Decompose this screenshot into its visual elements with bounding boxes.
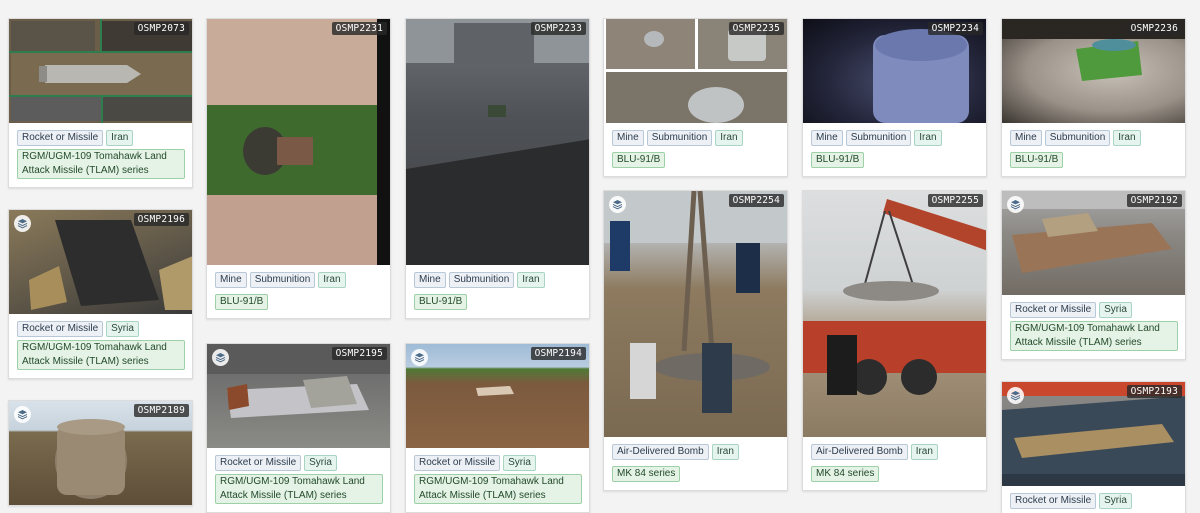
country-tag[interactable]: Iran	[711, 444, 739, 460]
stack-icon	[14, 215, 31, 232]
id-badge: OSMP2234	[927, 22, 983, 35]
munition-type-tag[interactable]: MK 84 series	[612, 466, 681, 482]
evidence-card[interactable]: OSMP2236 Mine Submunition Iran BLU-91/B	[1001, 18, 1186, 177]
country-tag[interactable]: Iran	[715, 130, 743, 146]
id-badge: OSMP2196	[133, 213, 189, 226]
munition-type-tag[interactable]: RGM/UGM-109 Tomahawk Land Attack Missile…	[215, 474, 383, 504]
evidence-card[interactable]: OSMP2192 Rocket or Missile Syria RGM/UGM…	[1001, 190, 1186, 360]
evidence-card[interactable]: OSMP2254 Air-Delivered Bomb Iran MK 84 s…	[603, 190, 788, 491]
id-badge: OSMP2195	[331, 347, 387, 360]
country-tag[interactable]: Iran	[517, 272, 545, 288]
id-badge: OSMP2231	[331, 22, 387, 35]
evidence-photo: OSMP2192	[1002, 191, 1185, 295]
category-tag[interactable]: Rocket or Missile	[17, 130, 104, 146]
evidence-card[interactable]: OSMP2189	[8, 400, 193, 506]
stack-icon	[1007, 196, 1024, 213]
evidence-card[interactable]: OSMP2255 Air-Delivered Bomb Iran MK 84 s…	[802, 190, 987, 491]
id-badge: OSMP2254	[728, 194, 784, 207]
evidence-photo: OSMP2195	[207, 344, 390, 448]
munition-type-tag[interactable]: RGM/UGM-109 Tomahawk Land Attack Missile…	[414, 474, 582, 504]
country-tag[interactable]: Iran	[910, 444, 938, 460]
munition-type-tag[interactable]: BLU-91/B	[612, 152, 666, 168]
id-badge: OSMP2235	[728, 22, 784, 35]
evidence-card[interactable]: OSMP2234 Mine Submunition Iran BLU-91/B	[802, 18, 987, 177]
id-badge: OSMP2193	[1126, 385, 1182, 398]
category-tag[interactable]: Mine	[811, 130, 843, 146]
stack-icon	[212, 349, 229, 366]
evidence-photo: OSMP2194	[406, 344, 589, 448]
munition-type-tag[interactable]: RGM/UGM-109 Tomahawk Land Attack Missile…	[17, 149, 185, 179]
evidence-card[interactable]: OSMP2194 Rocket or Missile Syria RGM/UGM…	[405, 343, 590, 513]
id-badge: OSMP2233	[530, 22, 586, 35]
country-tag[interactable]: Iran	[914, 130, 942, 146]
id-badge: OSMP2073	[133, 22, 189, 35]
stack-icon	[14, 406, 31, 423]
evidence-card[interactable]: OSMP2235 Mine Submunition Iran BLU-91/B	[603, 18, 788, 177]
evidence-card[interactable]: OSMP2233 Mine Submunition Iran BLU-91/B	[405, 18, 590, 319]
category-tag[interactable]: Rocket or Missile	[1010, 302, 1097, 318]
category-tag[interactable]: Rocket or Missile	[17, 321, 104, 337]
category-tag[interactable]: Mine	[612, 130, 644, 146]
evidence-card[interactable]: OSMP2193 Rocket or Missile Syria	[1001, 381, 1186, 513]
munition-type-tag[interactable]: BLU-91/B	[414, 294, 468, 310]
category-tag[interactable]: Rocket or Missile	[414, 455, 501, 471]
munition-type-tag[interactable]: RGM/UGM-109 Tomahawk Land Attack Missile…	[17, 340, 185, 370]
category-tag[interactable]: Mine	[414, 272, 446, 288]
munition-type-tag[interactable]: BLU-91/B	[1010, 152, 1064, 168]
stack-icon	[1007, 387, 1024, 404]
evidence-card[interactable]: OSMP2073 Rocket or Missile Iran RGM/UGM-…	[8, 18, 193, 188]
munition-type-tag[interactable]: MK 84 series	[811, 466, 880, 482]
evidence-grid: OSMP2073 Rocket or Missile Iran RGM/UGM-…	[0, 0, 1200, 513]
evidence-photo: OSMP2231	[207, 19, 390, 265]
evidence-card[interactable]: OSMP2231 Mine Submunition Iran BLU-91/B	[206, 18, 391, 319]
evidence-photo: OSMP2254	[604, 191, 787, 437]
country-tag[interactable]: Iran	[1113, 130, 1141, 146]
evidence-photo: OSMP2073	[9, 19, 192, 123]
country-tag[interactable]: Iran	[318, 272, 346, 288]
category-tag[interactable]: Rocket or Missile	[215, 455, 302, 471]
category-tag[interactable]: Submunition	[1044, 130, 1111, 146]
evidence-card[interactable]: OSMP2196 Rocket or Missile Syria RGM/UGM…	[8, 209, 193, 379]
category-tag[interactable]: Mine	[1010, 130, 1042, 146]
country-tag[interactable]: Syria	[106, 321, 139, 337]
munition-type-tag[interactable]: RGM/UGM-109 Tomahawk Land Attack Missile…	[1010, 321, 1178, 351]
id-badge: OSMP2194	[530, 347, 586, 360]
category-tag[interactable]: Submunition	[646, 130, 713, 146]
country-tag[interactable]: Iran	[106, 130, 134, 146]
category-tag[interactable]: Rocket or Missile	[1010, 493, 1097, 509]
munition-type-tag[interactable]: BLU-91/B	[215, 294, 269, 310]
stack-icon	[411, 349, 428, 366]
evidence-photo: OSMP2189	[9, 401, 192, 505]
category-tag[interactable]: Air-Delivered Bomb	[811, 444, 908, 460]
id-badge: OSMP2255	[927, 194, 983, 207]
munition-type-tag[interactable]: BLU-91/B	[811, 152, 865, 168]
evidence-photo: OSMP2193	[1002, 382, 1185, 486]
country-tag[interactable]: Syria	[503, 455, 536, 471]
category-tag[interactable]: Submunition	[448, 272, 515, 288]
category-tag[interactable]: Submunition	[845, 130, 912, 146]
country-tag[interactable]: Syria	[1099, 302, 1132, 318]
id-badge: OSMP2192	[1126, 194, 1182, 207]
evidence-photo: OSMP2234	[803, 19, 986, 123]
evidence-card[interactable]: OSMP2195 Rocket or Missile Syria RGM/UGM…	[206, 343, 391, 513]
stack-icon	[609, 196, 626, 213]
id-badge: OSMP2236	[1126, 22, 1182, 35]
id-badge: OSMP2189	[133, 404, 189, 417]
category-tag[interactable]: Mine	[215, 272, 247, 288]
category-tag[interactable]: Submunition	[249, 272, 316, 288]
country-tag[interactable]: Syria	[304, 455, 337, 471]
evidence-photo: OSMP2255	[803, 191, 986, 437]
evidence-photo: OSMP2235	[604, 19, 787, 123]
category-tag[interactable]: Air-Delivered Bomb	[612, 444, 709, 460]
evidence-photo: OSMP2233	[406, 19, 589, 265]
evidence-photo: OSMP2196	[9, 210, 192, 314]
country-tag[interactable]: Syria	[1099, 493, 1132, 509]
evidence-photo: OSMP2236	[1002, 19, 1185, 123]
